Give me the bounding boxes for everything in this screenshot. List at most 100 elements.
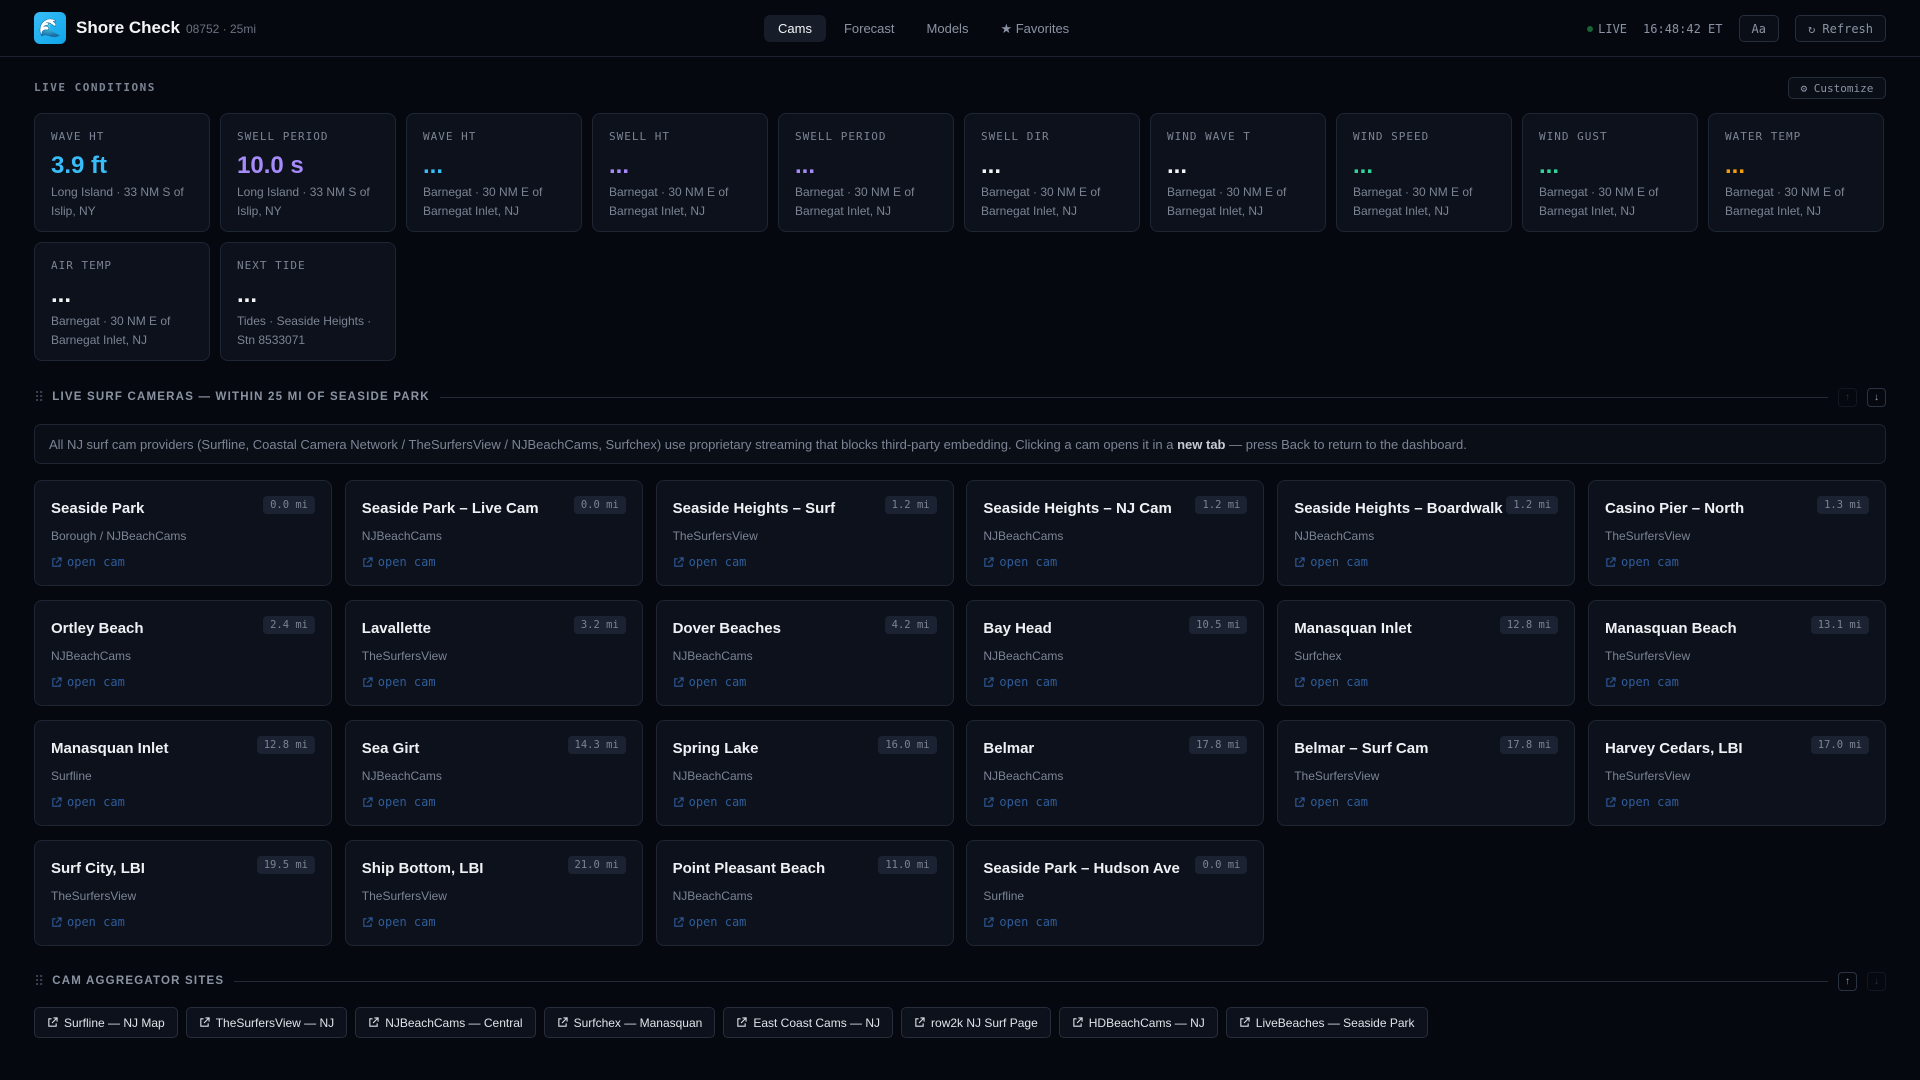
open-cam-link[interactable]: open cam: [51, 675, 315, 689]
brand: Shore Check 08752 · 25mi: [76, 18, 256, 38]
distance-badge: 3.2 mi: [573, 616, 626, 634]
aggregator-link[interactable]: Surfline — NJ Map: [34, 1007, 178, 1038]
font-size-button[interactable]: Aa: [1738, 15, 1779, 42]
open-cam-link[interactable]: open cam: [362, 555, 626, 569]
drag-handle-icon[interactable]: ⠿: [34, 389, 44, 406]
condition-label: SWELL DIR: [981, 130, 1050, 143]
open-cam-link[interactable]: open cam: [673, 555, 937, 569]
aggregator-link[interactable]: East Coast Cams — NJ: [723, 1007, 894, 1038]
distance-badge: 12.8 mi: [1499, 616, 1559, 634]
customize-button[interactable]: ⚙ Customize: [1788, 77, 1886, 99]
open-cam-link[interactable]: open cam: [1294, 555, 1558, 569]
distance-badge: 0.0 mi: [263, 496, 315, 514]
cam-card[interactable]: Seaside Park – Hudson Ave 0.0 mi Surfline o…: [966, 840, 1265, 946]
external-link-icon: [1295, 796, 1305, 807]
notice-bold: new tab: [1177, 436, 1226, 452]
cam-card[interactable]: Surf City, LBI 19.5 mi TheSurfersView open …: [34, 840, 332, 946]
condition-value: ...: [609, 152, 630, 179]
cam-card[interactable]: Spring Lake 16.0 mi NJBeachCams open cam: [655, 720, 954, 826]
open-cam-link[interactable]: open cam: [1294, 675, 1558, 689]
tab-models[interactable]: Models: [913, 15, 983, 42]
open-cam-link[interactable]: open cam: [51, 555, 315, 569]
move-down-button[interactable]: ↓: [1867, 971, 1886, 991]
aggregator-link[interactable]: Surfchex — Manasquan: [543, 1007, 716, 1038]
condition-value: ...: [1167, 152, 1188, 179]
cam-card[interactable]: Manasquan Beach 13.1 mi TheSurfersView open…: [1588, 600, 1886, 706]
external-link-icon: [673, 796, 684, 807]
aggregator-link[interactable]: LiveBeaches — Seaside Park: [1225, 1007, 1428, 1038]
cam-card[interactable]: Belmar – Surf Cam 17.8 mi TheSurfersView op…: [1277, 720, 1576, 826]
cam-source: TheSurfersView: [1294, 769, 1380, 783]
cam-source: TheSurfersView: [1605, 769, 1691, 783]
drag-handle-icon[interactable]: ⠿: [34, 973, 44, 990]
cam-card[interactable]: Ortley Beach 2.4 mi NJBeachCams open cam: [34, 600, 332, 706]
aggregator-link[interactable]: NJBeachCams — Central: [355, 1007, 536, 1038]
refresh-button[interactable]: ↻ Refresh: [1794, 15, 1886, 42]
open-cam-link[interactable]: open cam: [673, 675, 937, 689]
open-cam-label: open cam: [1310, 675, 1368, 689]
cam-source: NJBeachCams: [983, 769, 1064, 783]
cam-card[interactable]: Manasquan Inlet 12.8 mi Surfline open cam: [34, 720, 332, 826]
cam-card[interactable]: Seaside Park – Live Cam 0.0 mi NJBeachCams…: [344, 480, 643, 586]
condition-value: ...: [1539, 152, 1560, 179]
aggregator-link[interactable]: row2k NJ Surf Page: [901, 1007, 1051, 1038]
cam-card[interactable]: Belmar 17.8 mi NJBeachCams open cam: [966, 720, 1265, 826]
tab-forecast[interactable]: Forecast: [830, 15, 909, 42]
condition-card: SWELL PERIOD 10.0 s Long Island · 33 NM S …: [220, 113, 396, 232]
condition-card: NEXT TIDE... Tides · Seaside Heights · St…: [220, 242, 396, 361]
open-cam-link[interactable]: open cam: [51, 795, 315, 809]
open-cam-link[interactable]: open cam: [362, 795, 626, 809]
open-cam-link[interactable]: open cam: [983, 555, 1247, 569]
condition-value: ...: [423, 152, 444, 179]
open-cam-link[interactable]: open cam: [1605, 795, 1869, 809]
cam-source: NJBeachCams: [672, 769, 753, 783]
open-cam-link[interactable]: open cam: [983, 675, 1247, 689]
open-cam-label: open cam: [688, 675, 747, 689]
external-link-icon: [984, 676, 995, 687]
external-link-icon: [199, 1017, 210, 1027]
condition-card: SWELL HT... Barnegat · 30 NM E of Barnega…: [592, 113, 768, 232]
distance-badge: 1.2 mi: [1506, 496, 1559, 514]
cam-card[interactable]: Seaside Heights – Surf 1.2 mi TheSurfersVi…: [655, 480, 954, 586]
move-up-button[interactable]: ↑: [1838, 971, 1857, 991]
external-link-icon: [52, 556, 62, 567]
cam-card[interactable]: Seaside Heights – Boardwalk 1.2 mi NJBeach…: [1277, 480, 1576, 586]
move-up-button[interactable]: ↑: [1838, 387, 1857, 407]
aggregator-link[interactable]: HDBeachCams — NJ: [1058, 1007, 1218, 1038]
condition-source: Barnegat · 30 NM E of Barnegat Inlet, NJ: [51, 314, 171, 347]
cam-card[interactable]: Casino Pier – North 1.3 mi TheSurfersView o…: [1588, 480, 1886, 586]
move-down-button[interactable]: ↓: [1867, 387, 1886, 407]
distance-badge: 13.1 mi: [1810, 616, 1869, 634]
aggregator-label: Surfchex — Manasquan: [573, 1015, 703, 1030]
open-cam-link[interactable]: open cam: [362, 915, 626, 929]
open-cam-link[interactable]: open cam: [51, 915, 315, 929]
cam-card[interactable]: Bay Head 10.5 mi NJBeachCams open cam: [966, 600, 1265, 706]
cam-card[interactable]: Ship Bottom, LBI 21.0 mi TheSurfersView ope…: [344, 840, 643, 946]
tab-favorites[interactable]: ★ Favorites: [986, 15, 1083, 42]
app-title: Shore Check: [76, 18, 180, 37]
cam-card[interactable]: Manasquan Inlet 12.8 mi Surfchex open cam: [1277, 600, 1576, 706]
cam-card[interactable]: Harvey Cedars, LBI 17.0 mi TheSurfersView o…: [1588, 720, 1886, 826]
cam-card[interactable]: Seaside Park 0.0 mi Borough / NJBeachCams o…: [34, 480, 332, 586]
open-cam-link[interactable]: open cam: [983, 795, 1247, 809]
cam-card[interactable]: Point Pleasant Beach 11.0 mi NJBeachCams op…: [655, 840, 954, 946]
open-cam-link[interactable]: open cam: [983, 915, 1247, 929]
aggregator-links: Surfline — NJ Map TheSurfersView — NJ NJBe…: [34, 1007, 1428, 1038]
cam-card[interactable]: Lavallette 3.2 mi TheSurfersView open cam: [344, 600, 643, 706]
cam-source: NJBeachCams: [983, 529, 1064, 543]
aggregator-link[interactable]: TheSurfersView — NJ: [185, 1007, 348, 1038]
condition-value: 10.0 s: [237, 152, 304, 179]
cam-card[interactable]: Seaside Heights – NJ Cam 1.2 mi NJBeachCam…: [966, 480, 1265, 586]
open-cam-link[interactable]: open cam: [1605, 675, 1869, 689]
open-cam-link[interactable]: open cam: [1605, 555, 1869, 569]
cam-card[interactable]: Sea Girt 14.3 mi NJBeachCams open cam: [344, 720, 643, 826]
open-cam-link[interactable]: open cam: [673, 915, 937, 929]
tab-cams[interactable]: Cams: [764, 15, 826, 42]
cam-source: Surfchex: [1294, 649, 1342, 663]
open-cam-link[interactable]: open cam: [1294, 795, 1558, 809]
open-cam-link[interactable]: open cam: [362, 675, 626, 689]
cam-card[interactable]: Dover Beaches 4.2 mi NJBeachCams open cam: [655, 600, 954, 706]
open-cam-label: open cam: [999, 675, 1058, 689]
distance-badge: 10.5 mi: [1189, 616, 1248, 634]
open-cam-link[interactable]: open cam: [673, 795, 937, 809]
